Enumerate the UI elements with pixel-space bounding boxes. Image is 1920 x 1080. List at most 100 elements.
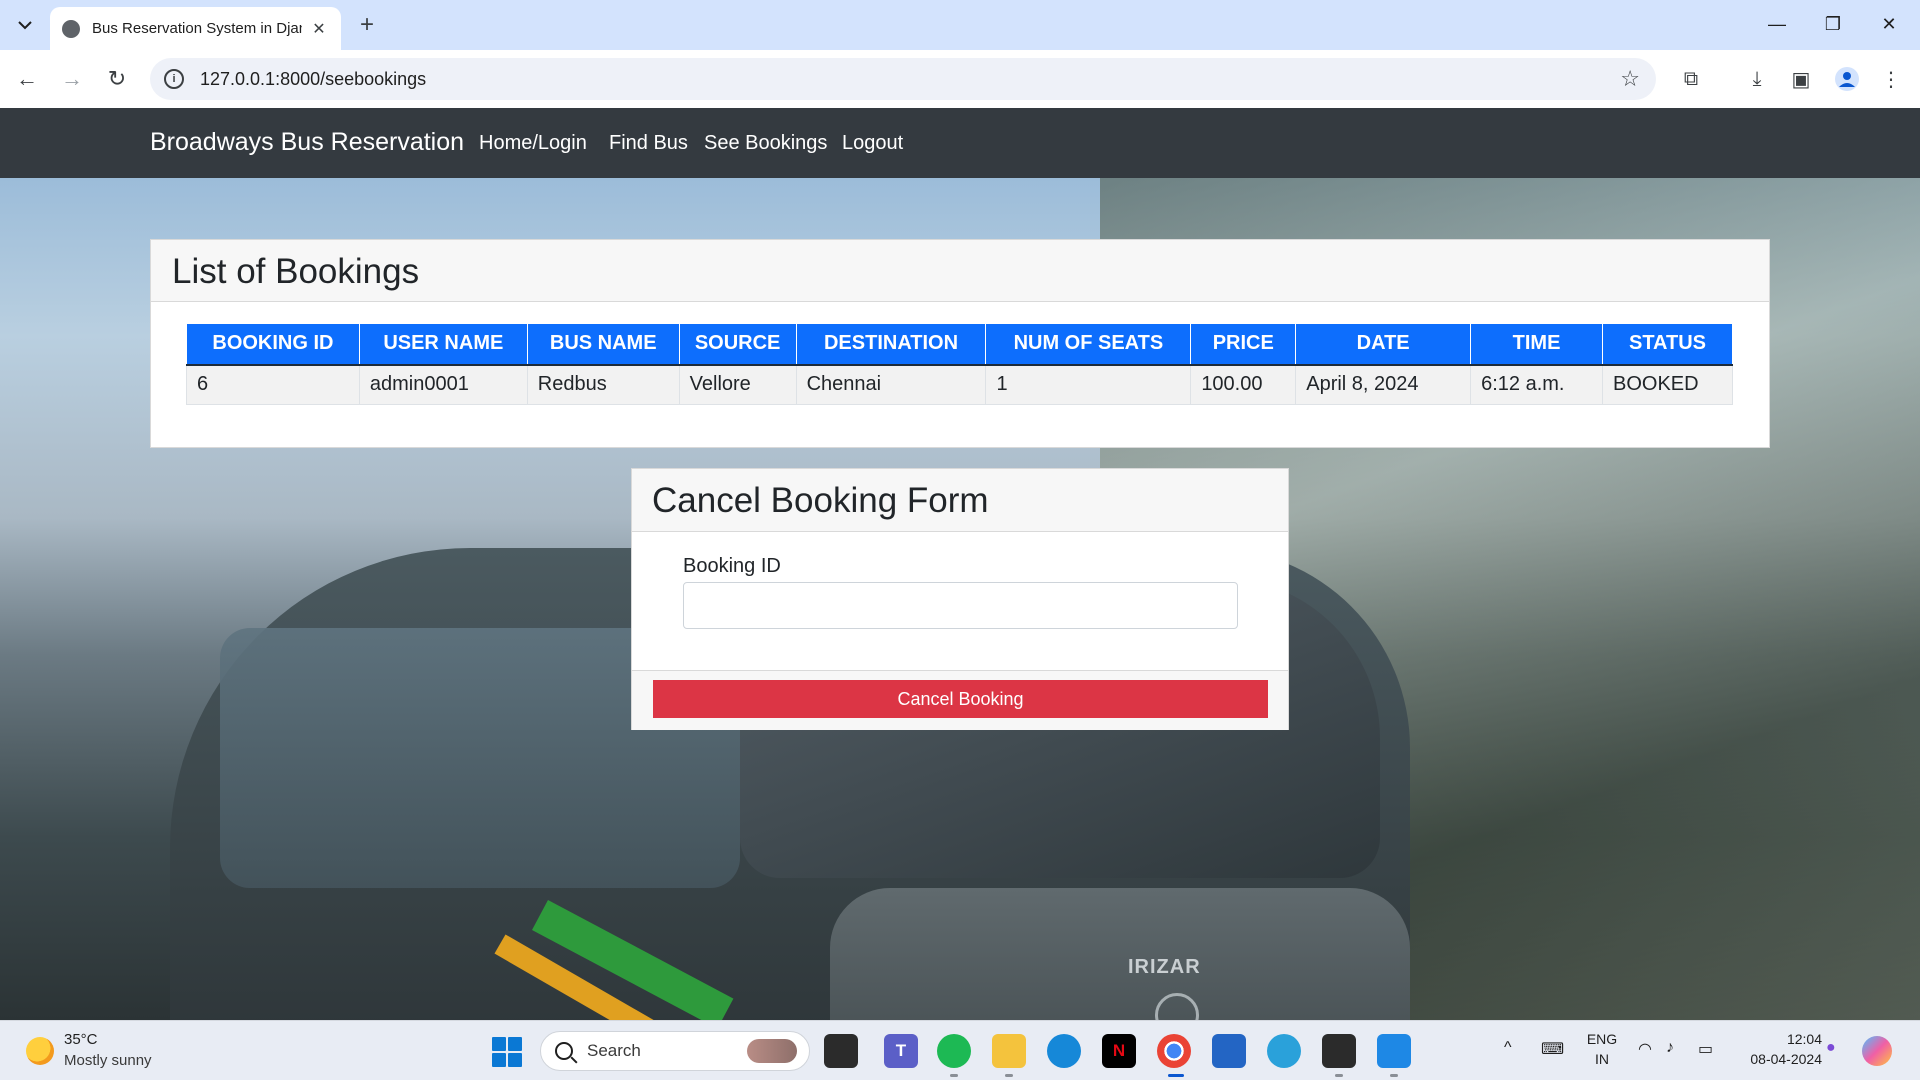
navbar-brand[interactable]: Broadways Bus Reservation [150,128,464,157]
table-cell: 6 [186,364,360,405]
keyboard-icon[interactable]: ⌨ [1541,1039,1564,1059]
tab-title: Bus Reservation System in Djan [92,20,302,37]
clock-time[interactable]: 12:04 [1732,1031,1822,1047]
window-close-icon[interactable]: ✕ [1866,8,1912,40]
windows-start-icon[interactable] [492,1037,522,1067]
site-info-icon[interactable]: i [164,69,184,89]
vscode-icon[interactable] [1377,1034,1411,1068]
table-cell: BOOKED [1602,364,1733,405]
notification-bell-icon[interactable]: ● [1826,1039,1836,1057]
cancel-card-header: Cancel Booking Form [632,469,1288,532]
wifi-icon[interactable]: ◠ [1638,1039,1652,1059]
bookings-card-header: List of Bookings [151,240,1769,302]
close-icon[interactable]: ✕ [309,19,329,39]
reload-icon[interactable]: ↻ [100,62,134,96]
windows-taskbar: 35°C Mostly sunny Search T N ^ ⌨ ENG IN … [0,1020,1920,1080]
web-page: IRIZAR Broadways Bus Reservation Home/Lo… [0,108,1920,1020]
site-navbar: Broadways Bus Reservation Home/Login Fin… [0,108,1920,178]
clock-date[interactable]: 08-04-2024 [1732,1051,1822,1067]
running-indicator [950,1074,958,1077]
running-indicator [1005,1074,1013,1077]
table-cell: 1 [985,364,1192,405]
active-indicator [1168,1074,1184,1077]
task-view-icon[interactable] [824,1034,858,1068]
tab-search-button[interactable] [10,11,40,39]
file-explorer-icon[interactable] [992,1034,1026,1068]
table-cell: Redbus [526,364,680,405]
booking-id-input[interactable] [683,582,1238,629]
minimize-icon[interactable]: — [1754,8,1800,40]
nav-link-logout[interactable]: Logout [842,132,903,155]
running-indicator [1335,1074,1343,1077]
bus-badge: IRIZAR [1128,956,1201,978]
copilot-icon[interactable] [1862,1036,1892,1066]
cancel-form-footer: Cancel Booking [632,670,1288,730]
terminal-icon[interactable] [1322,1034,1356,1068]
cancel-booking-card: Cancel Booking Form Booking ID Cancel Bo… [631,468,1289,730]
bookings-card: List of Bookings BOOKING ID USER NAME BU… [150,239,1770,448]
table-header-row: BOOKING ID USER NAME BUS NAME SOURCE DES… [186,323,1733,366]
chevron-up-icon[interactable]: ^ [1504,1039,1512,1057]
download-icon[interactable]: ⤓ [1742,64,1772,94]
search-highlight-image [747,1039,797,1063]
cancel-form-title: Cancel Booking Form [652,481,989,520]
restore-icon[interactable]: ❐ [1810,8,1856,40]
booking-id-label: Booking ID [683,555,781,577]
column-header: USER NAME [358,323,528,366]
column-header: DATE [1295,323,1472,366]
table-cell: Chennai [795,364,987,405]
cancel-booking-button[interactable]: Cancel Booking [653,680,1268,718]
nav-link-find-bus[interactable]: Find Bus [609,132,688,155]
search-icon [555,1042,573,1060]
nav-link-home-login[interactable]: Home/Login [479,132,587,155]
chevron-down-icon [18,21,32,30]
table-cell: April 8, 2024 [1295,364,1472,405]
forward-arrow-icon[interactable]: → [55,62,89,96]
column-header: NUM OF SEATS [985,323,1192,366]
bus-front [830,888,1410,1020]
url-text[interactable]: 127.0.0.1:8000/seebookings [200,69,426,90]
new-tab-button[interactable]: + [352,10,382,40]
weather-temperature[interactable]: 35°C [64,1031,98,1048]
extensions-icon[interactable]: ⧉ [1676,64,1706,94]
nav-link-see-bookings[interactable]: See Bookings [704,132,827,155]
bookmark-star-icon[interactable]: ☆ [1620,66,1640,92]
edge-icon[interactable] [1047,1034,1081,1068]
profile-avatar-icon[interactable] [1832,64,1862,94]
table-cell: admin0001 [358,364,528,405]
browser-tab-active[interactable]: Bus Reservation System in Djan ✕ [50,7,341,50]
column-header: DESTINATION [795,323,987,366]
back-arrow-icon[interactable]: ← [10,62,44,96]
netflix-icon[interactable]: N [1102,1034,1136,1068]
column-header: BUS NAME [526,323,680,366]
browser-toolbar: ← → ↻ i 127.0.0.1:8000/seebookings ☆ ⧉ ⤓… [0,50,1920,108]
address-bar[interactable]: i 127.0.0.1:8000/seebookings ☆ [150,58,1656,100]
running-indicator [1390,1074,1398,1077]
bookings-table: BOOKING ID USER NAME BUS NAME SOURCE DES… [186,323,1733,405]
table-cell: 100.00 [1190,364,1297,405]
weather-sun-icon[interactable] [26,1037,54,1065]
table-cell: 6:12 a.m. [1470,364,1603,405]
column-header: TIME [1470,323,1603,366]
spotify-icon[interactable] [937,1034,971,1068]
bookings-title: List of Bookings [172,252,420,291]
battery-icon[interactable]: ▭ [1698,1039,1713,1059]
column-header: SOURCE [678,323,797,366]
side-panel-icon[interactable]: ▣ [1786,64,1816,94]
teams-icon[interactable]: T [884,1034,918,1068]
column-header: PRICE [1190,323,1297,366]
column-header: STATUS [1602,323,1733,366]
volume-icon[interactable]: ♪ [1666,1039,1674,1057]
chrome-icon[interactable] [1157,1034,1191,1068]
table-cell: Vellore [678,364,797,405]
language-top[interactable]: ENG [1585,1031,1619,1047]
browser-tabstrip: Bus Reservation System in Djan ✕ + — ❐ ✕ [0,0,1920,50]
weather-description[interactable]: Mostly sunny [64,1052,152,1069]
taskbar-search[interactable]: Search [540,1031,810,1071]
language-bottom[interactable]: IN [1585,1051,1619,1067]
table-row: 6 admin0001 Redbus Vellore Chennai 1 100… [186,364,1733,405]
microsoft-store-icon[interactable] [1212,1034,1246,1068]
column-header: BOOKING ID [186,323,360,366]
more-menu-icon[interactable]: ⋮ [1876,64,1906,94]
telegram-icon[interactable] [1267,1034,1301,1068]
